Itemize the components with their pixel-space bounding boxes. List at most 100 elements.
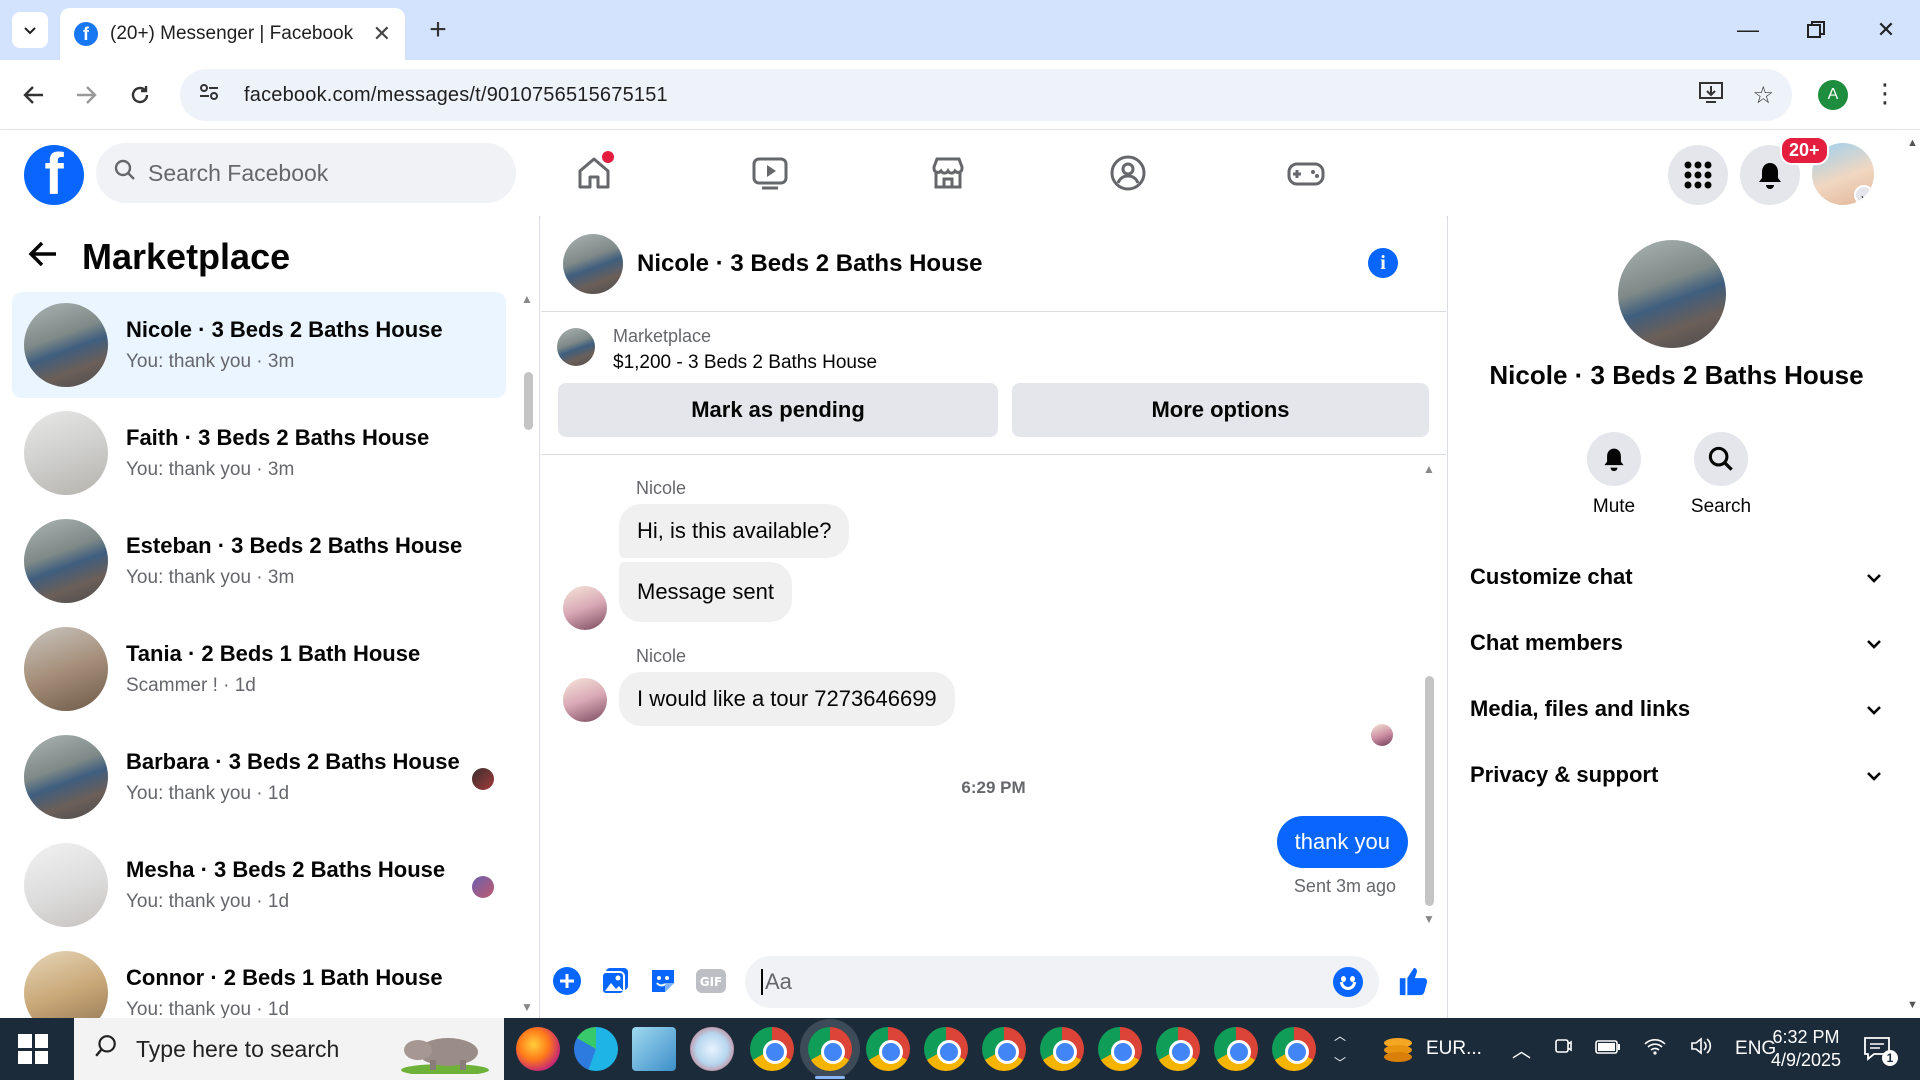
thumbs-up-icon[interactable] xyxy=(1397,965,1429,997)
mute-button[interactable]: Mute xyxy=(1574,432,1654,518)
url-text[interactable]: facebook.com/messages/t/9010756515675151 xyxy=(244,84,1670,107)
menu-grid-button[interactable] xyxy=(1668,145,1728,205)
listing-price-title[interactable]: $1,200 - 3 Beds 2 Baths House xyxy=(613,352,877,374)
marketplace-nav-button[interactable] xyxy=(918,145,978,201)
conversation-item-mesha[interactable]: Mesha · 3 Beds 2 Baths House You: thank … xyxy=(12,832,506,938)
action-center-button[interactable]: 1 xyxy=(1862,1018,1898,1080)
chrome-taskbar-icon[interactable] xyxy=(924,1027,968,1071)
notes-app-taskbar-icon[interactable] xyxy=(632,1027,676,1071)
facebook-logo-icon[interactable]: f xyxy=(24,145,84,205)
chrome-taskbar-icon-active[interactable] xyxy=(808,1027,852,1071)
conversation-item-connor[interactable]: Connor · 2 Beds 1 Bath House You: thank … xyxy=(12,940,506,1018)
chevron-down-icon[interactable]: ﹀ xyxy=(1334,1054,1346,1071)
chevron-up-icon[interactable]: ︿ xyxy=(1334,1027,1346,1044)
message-input[interactable] xyxy=(761,969,1333,995)
conversation-item-esteban[interactable]: Esteban · 3 Beds 2 Baths House You: than… xyxy=(12,508,506,614)
chat-title[interactable]: Nicole · 3 Beds 2 Baths House xyxy=(637,250,982,278)
groups-nav-button[interactable] xyxy=(1098,145,1158,201)
scroll-up-arrow-icon[interactable]: ▲ xyxy=(1907,137,1918,149)
chrome-taskbar-icon[interactable] xyxy=(1214,1027,1258,1071)
scroll-down-arrow-icon[interactable]: ▼ xyxy=(521,1000,533,1014)
conversation-item-tania[interactable]: Tania · 2 Beds 1 Bath House Scammer ! · … xyxy=(12,616,506,722)
facebook-search-input[interactable] xyxy=(148,159,448,187)
chat-avatar[interactable] xyxy=(563,233,623,294)
sender-avatar[interactable] xyxy=(563,586,607,630)
message-bubble-incoming[interactable]: I would like a tour 7273646699 xyxy=(619,672,955,726)
customize-chat-section[interactable]: Customize chat xyxy=(1470,552,1882,602)
forward-arrow-icon[interactable] xyxy=(66,75,106,115)
chrome-taskbar-icon[interactable] xyxy=(1156,1027,1200,1071)
address-bar[interactable]: facebook.com/messages/t/9010756515675151… xyxy=(180,69,1792,121)
video-nav-button[interactable] xyxy=(740,145,800,201)
weather-widget[interactable]: EUR... xyxy=(1380,1018,1482,1080)
back-arrow-icon[interactable] xyxy=(14,75,54,115)
close-window-icon[interactable]: ✕ xyxy=(1866,10,1906,50)
minimize-icon[interactable]: — xyxy=(1728,10,1768,50)
page-scrollbar[interactable]: ▲ ▼ xyxy=(1904,131,1920,1018)
emoji-icon[interactable] xyxy=(1333,967,1363,997)
install-app-icon[interactable] xyxy=(1698,80,1724,111)
message-bubble-outgoing[interactable]: thank you xyxy=(1276,816,1408,868)
conversation-item-barbara[interactable]: Barbara · 3 Beds 2 Baths House You: than… xyxy=(12,724,506,830)
browser-profile-avatar[interactable]: A xyxy=(1818,80,1848,110)
privacy-support-section[interactable]: Privacy & support xyxy=(1470,750,1882,800)
sender-avatar[interactable] xyxy=(563,678,607,722)
listing-thumbnail[interactable] xyxy=(557,328,595,366)
taskbar-search[interactable] xyxy=(74,1018,504,1080)
firefox-taskbar-icon[interactable] xyxy=(516,1027,560,1071)
conversation-item-faith[interactable]: Faith · 3 Beds 2 Baths House You: thank … xyxy=(12,400,506,506)
home-nav-button[interactable] xyxy=(564,145,624,201)
plus-circle-icon[interactable] xyxy=(551,965,583,997)
edge-taskbar-icon[interactable] xyxy=(574,1027,618,1071)
meet-now-icon[interactable] xyxy=(1553,1036,1573,1062)
site-info-icon[interactable] xyxy=(198,81,226,109)
browser-tab-messenger[interactable]: f (20+) Messenger | Facebook ✕ xyxy=(60,8,405,60)
windows-start-icon[interactable] xyxy=(18,1034,48,1064)
reload-icon[interactable] xyxy=(120,75,160,115)
volume-icon[interactable] xyxy=(1689,1036,1713,1062)
scroll-up-arrow-icon[interactable]: ▲ xyxy=(521,292,533,306)
chat-members-section[interactable]: Chat members xyxy=(1470,618,1882,668)
mark-as-pending-button[interactable]: Mark as pending xyxy=(558,383,998,437)
chrome-taskbar-icon[interactable] xyxy=(1098,1027,1142,1071)
photo-gallery-icon[interactable] xyxy=(599,965,631,997)
scroll-up-arrow-icon[interactable]: ▲ xyxy=(1423,462,1435,476)
chrome-taskbar-icon[interactable] xyxy=(750,1027,794,1071)
taskbar-search-input[interactable] xyxy=(136,1035,396,1063)
tab-search-button[interactable] xyxy=(12,12,48,48)
app-taskbar-icon[interactable] xyxy=(690,1027,734,1071)
message-input-box[interactable] xyxy=(745,956,1379,1008)
chat-scrollbar[interactable] xyxy=(1425,676,1434,906)
taskbar-overflow-scroll[interactable]: ︿ ﹀ xyxy=(1334,1018,1346,1080)
back-arrow-icon[interactable] xyxy=(28,238,58,277)
message-bubble-incoming[interactable]: Message sent xyxy=(619,562,792,622)
chrome-taskbar-icon[interactable] xyxy=(982,1027,1026,1071)
wifi-icon[interactable] xyxy=(1643,1036,1667,1062)
scroll-down-arrow-icon[interactable]: ▼ xyxy=(1907,999,1918,1011)
sticker-icon[interactable] xyxy=(647,965,679,997)
conversation-list-scrollbar[interactable] xyxy=(524,372,533,430)
facebook-search[interactable] xyxy=(96,143,516,203)
scroll-down-arrow-icon[interactable]: ▼ xyxy=(1423,912,1435,926)
chrome-taskbar-icon[interactable] xyxy=(866,1027,910,1071)
new-tab-plus-icon[interactable]: + xyxy=(420,12,456,48)
chrome-taskbar-icon[interactable] xyxy=(1272,1027,1316,1071)
message-bubble-incoming[interactable]: Hi, is this available? xyxy=(619,504,850,558)
gif-icon[interactable]: GIF xyxy=(695,965,727,997)
taskbar-clock[interactable]: 6:32 PM 4/9/2025 xyxy=(1756,1026,1856,1072)
bookmark-star-icon[interactable]: ☆ xyxy=(1752,81,1774,110)
gaming-nav-button[interactable] xyxy=(1276,145,1336,201)
conversation-item-nicole[interactable]: Nicole · 3 Beds 2 Baths House You: thank… xyxy=(12,292,506,398)
chevron-down-icon[interactable]: ⌄ xyxy=(1854,185,1874,205)
info-icon[interactable]: i xyxy=(1368,248,1398,278)
chrome-taskbar-icon[interactable] xyxy=(1040,1027,1084,1071)
show-hidden-icons-icon[interactable]: ︿ xyxy=(1512,1036,1531,1063)
battery-icon[interactable] xyxy=(1595,1038,1621,1060)
browser-menu-icon[interactable]: ⋮ xyxy=(1872,78,1898,109)
chat-avatar-large[interactable] xyxy=(1618,240,1726,348)
tab-close-icon[interactable]: ✕ xyxy=(373,21,391,47)
media-files-links-section[interactable]: Media, files and links xyxy=(1470,684,1882,734)
more-options-button[interactable]: More options xyxy=(1012,383,1429,437)
search-in-chat-button[interactable]: Search xyxy=(1681,432,1761,518)
restore-icon[interactable] xyxy=(1796,10,1836,50)
